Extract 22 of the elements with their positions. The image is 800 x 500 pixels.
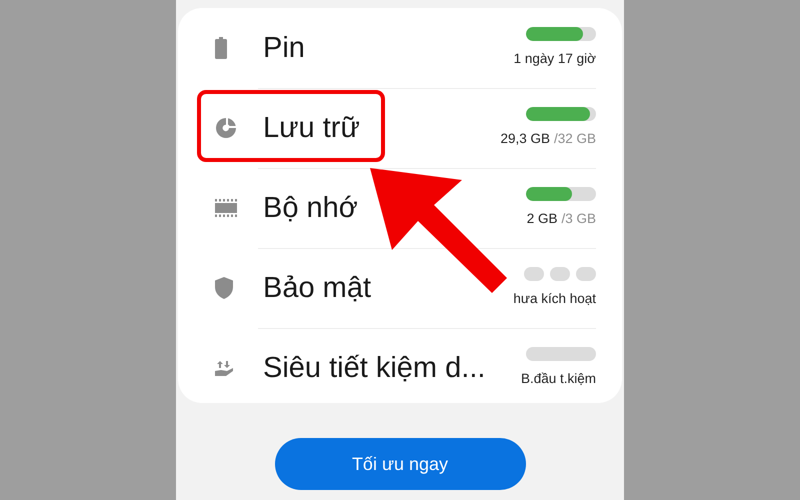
item-title[interactable]: Pin	[263, 32, 305, 65]
progress-bar	[526, 27, 596, 41]
transfer-icon	[215, 359, 233, 377]
item-title[interactable]: Bộ nhớ	[263, 192, 358, 225]
item-value: hưa kích hoạt	[513, 291, 596, 306]
optimize-button[interactable]: Tối ưu ngay	[274, 438, 526, 490]
item-title[interactable]: Siêu tiết kiệm d...	[263, 352, 486, 385]
pie-chart-icon	[215, 117, 237, 139]
item-value: B.đầu t.kiệm	[520, 371, 596, 386]
item-value: 29,3 GB	[500, 131, 550, 146]
progress-bar	[526, 347, 596, 361]
battery-icon	[215, 37, 227, 59]
progress-bar	[526, 187, 596, 201]
item-title[interactable]: Lưu trữ	[263, 112, 360, 145]
item-title[interactable]: Bảo mật	[263, 272, 371, 305]
item-total: /3 GB	[561, 211, 596, 226]
item-value: 1 ngày 17 giờ	[514, 51, 596, 66]
item-total: /32 GB	[554, 131, 596, 146]
shield-icon	[215, 277, 233, 299]
item-value: 2 GB	[526, 211, 558, 226]
progress-bar	[526, 107, 596, 121]
chip-icon	[215, 199, 237, 217]
